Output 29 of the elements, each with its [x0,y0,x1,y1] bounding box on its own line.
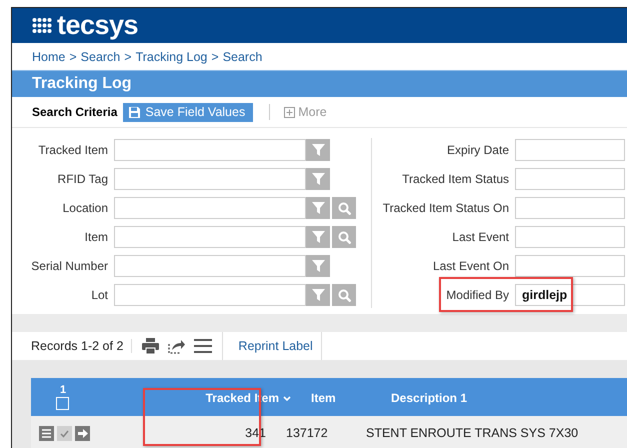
column-header[interactable]: Description 1 [391,391,468,405]
table-cell: 137172 [286,426,328,440]
breadcrumb-separator: > [124,50,132,64]
breadcrumb-separator: > [69,50,77,64]
breadcrumb-link[interactable]: Tracking Log [136,50,208,64]
record-count: Records 1-2 of 2 [12,339,132,353]
breadcrumb-link[interactable]: Search [222,50,262,64]
column-header[interactable]: Item [311,391,336,405]
field-label: Lot [90,288,108,302]
field-label: Serial Number [30,259,108,273]
breadcrumb-link[interactable]: Search [80,50,120,64]
field-label: RFID Tag [56,172,108,186]
field-label: Location [62,201,108,215]
table-cell: STENT ENROUTE TRANS SYS 7X30 [366,426,578,440]
field-label: Modified By [445,288,509,302]
field-label: Expiry Date [446,143,509,157]
selection-count: 1 [59,384,66,396]
page-title: Tracking Log [32,75,132,93]
breadcrumb-separator: > [211,50,219,64]
logo: tecsys [57,12,138,39]
field-label: Item [84,230,108,244]
field-label: Last Event [451,230,509,244]
breadcrumb-link[interactable]: Home [32,50,66,64]
field-label: Tracked Item Status On [382,201,509,215]
field-label: Last Event On [432,259,509,273]
section-label: Search Criteria [32,105,118,119]
field-label: Tracked Item Status [401,172,509,186]
field-label: Tracked Item [37,143,108,157]
input-field[interactable]: girdlejp [515,284,625,306]
